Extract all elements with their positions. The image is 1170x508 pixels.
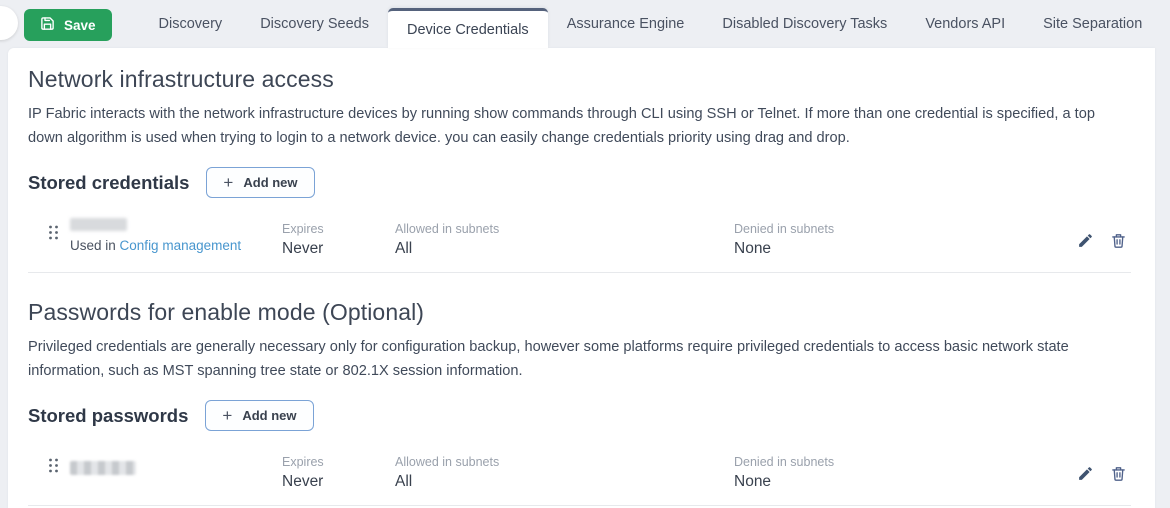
field-value: Never bbox=[282, 240, 395, 258]
tab-disabled-discovery-tasks[interactable]: Disabled Discovery Tasks bbox=[703, 0, 906, 48]
section-description-passwords: Privileged credentials are generally nec… bbox=[28, 335, 1131, 383]
allowed-subnets-field: Allowed in subnets All bbox=[395, 449, 734, 491]
section-description: IP Fabric interacts with the network inf… bbox=[28, 102, 1131, 150]
field-label: Denied in subnets bbox=[734, 455, 1041, 469]
delete-button[interactable] bbox=[1110, 232, 1127, 249]
field-value: None bbox=[734, 240, 1041, 258]
save-button[interactable]: Save bbox=[24, 9, 112, 41]
plus-icon: + bbox=[222, 407, 232, 424]
used-in-prefix: Used in bbox=[70, 238, 116, 253]
field-value: All bbox=[395, 473, 734, 491]
trash-icon bbox=[1110, 237, 1127, 252]
top-tab-bar: Save Discovery Discovery Seeds Device Cr… bbox=[0, 0, 1170, 48]
field-value: Never bbox=[282, 473, 395, 491]
field-label: Allowed in subnets bbox=[395, 455, 734, 469]
tab-device-credentials[interactable]: Device Credentials bbox=[388, 8, 548, 48]
stored-credentials-title: Stored credentials bbox=[28, 172, 189, 194]
used-in-line: Used in Config management bbox=[70, 238, 282, 253]
redacted-password-name bbox=[70, 461, 136, 475]
field-label: Allowed in subnets bbox=[395, 222, 734, 236]
add-password-button-label: Add new bbox=[242, 408, 296, 423]
password-row: Expires Never Allowed in subnets All Den… bbox=[28, 441, 1131, 506]
stored-passwords-title: Stored passwords bbox=[28, 405, 188, 427]
expires-field: Expires Never bbox=[282, 216, 395, 258]
delete-button[interactable] bbox=[1110, 465, 1127, 482]
edit-button[interactable] bbox=[1077, 232, 1094, 249]
field-value: None bbox=[734, 473, 1041, 491]
field-label: Denied in subnets bbox=[734, 222, 1041, 236]
edge-drawer-handle[interactable] bbox=[0, 6, 18, 40]
tab-site-separation[interactable]: Site Separation bbox=[1024, 0, 1161, 48]
add-credential-button-label: Add new bbox=[243, 175, 297, 190]
allowed-subnets-field: Allowed in subnets All bbox=[395, 216, 734, 258]
drag-handle-icon[interactable] bbox=[36, 216, 70, 241]
tab-discovery[interactable]: Discovery bbox=[140, 0, 242, 48]
credential-row: Used in Config management Expires Never … bbox=[28, 208, 1131, 273]
redacted-credential-name bbox=[70, 218, 127, 231]
denied-subnets-field: Denied in subnets None bbox=[734, 449, 1041, 491]
pencil-icon bbox=[1077, 237, 1094, 252]
settings-tabs: Discovery Discovery Seeds Device Credent… bbox=[140, 0, 1170, 48]
page-title-passwords: Passwords for enable mode (Optional) bbox=[28, 299, 1131, 326]
save-button-label: Save bbox=[64, 18, 96, 33]
pencil-icon bbox=[1077, 470, 1094, 485]
tab-vendors-api[interactable]: Vendors API bbox=[906, 0, 1024, 48]
edit-button[interactable] bbox=[1077, 465, 1094, 482]
field-value: All bbox=[395, 240, 734, 258]
config-management-link[interactable]: Config management bbox=[120, 238, 242, 253]
expires-field: Expires Never bbox=[282, 449, 395, 491]
tab-advanced-cli[interactable]: Advanced CLI bbox=[1161, 0, 1170, 48]
field-label: Expires bbox=[282, 222, 395, 236]
field-label: Expires bbox=[282, 455, 395, 469]
tab-assurance-engine[interactable]: Assurance Engine bbox=[548, 0, 704, 48]
device-credentials-panel: Network infrastructure access IP Fabric … bbox=[8, 48, 1155, 508]
page-title: Network infrastructure access bbox=[28, 66, 1131, 93]
add-credential-button[interactable]: + Add new bbox=[206, 167, 314, 198]
denied-subnets-field: Denied in subnets None bbox=[734, 216, 1041, 258]
tab-discovery-seeds[interactable]: Discovery Seeds bbox=[241, 0, 388, 48]
floppy-disk-icon bbox=[40, 16, 55, 34]
add-password-button[interactable]: + Add new bbox=[205, 400, 313, 431]
plus-icon: + bbox=[223, 174, 233, 191]
drag-handle-icon[interactable] bbox=[36, 449, 70, 474]
trash-icon bbox=[1110, 470, 1127, 485]
